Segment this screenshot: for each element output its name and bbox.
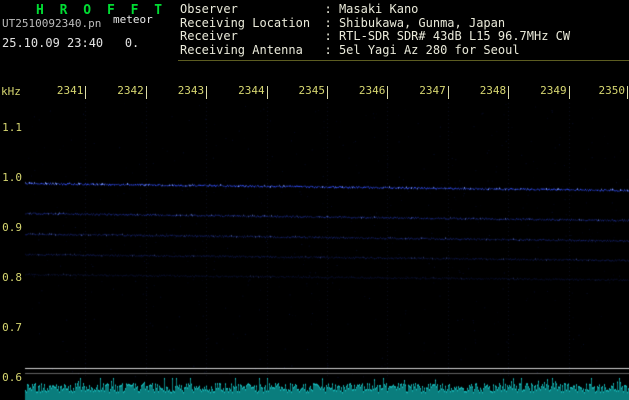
- freq-tick-label: 0.7: [2, 321, 22, 334]
- info-label: Observer: [180, 2, 238, 16]
- hrofft-screen: H R O F F T UT2510092340.pn meteor 25.10…: [0, 0, 629, 400]
- time-tick-mark: [627, 86, 628, 99]
- info-colon: :: [324, 42, 339, 57]
- header-info-row: Receiver: RTL-SDR SDR# 43dB L15 96.7MHz …: [180, 29, 571, 44]
- time-tick-label: 2343: [177, 84, 205, 97]
- filename-label: UT2510092340.pn: [2, 17, 102, 30]
- info-value: 5el Yagi Az 280 for Seoul: [338, 42, 520, 57]
- info-label: Receiver: [180, 29, 238, 43]
- info-value: Shibukawa, Gunma, Japan: [338, 15, 506, 30]
- header-info-row: Receiving Antenna: 5el Yagi Az 280 for S…: [180, 42, 570, 58]
- time-tick-label: 2341: [56, 84, 84, 97]
- header-info-block: Observer: Masaki Kano Receiving Location:…: [180, 2, 571, 58]
- time-tick-label: 2345: [298, 84, 326, 97]
- info-label: Receiving Antenna: [180, 42, 303, 57]
- time-tick-label: 2344: [238, 84, 265, 97]
- time-tick-label: 2347: [419, 84, 446, 97]
- info-colon: :: [324, 29, 339, 43]
- time-tick-mark: [508, 86, 510, 99]
- time-tick-mark: [266, 86, 268, 99]
- info-label: Receiving Location: [180, 15, 311, 30]
- freq-tick-label: 0.6: [2, 371, 22, 384]
- time-tick-label: 2350: [598, 84, 626, 97]
- header-info-row: Observer: Masaki Kano: [180, 2, 570, 17]
- time-tick-mark: [327, 86, 328, 99]
- freq-tick-label: 1.1: [2, 121, 22, 134]
- mode-label: meteor: [113, 13, 153, 26]
- time-tick-mark: [145, 86, 147, 99]
- freq-tick-label: 1.0: [2, 171, 22, 184]
- info-value: RTL-SDR SDR# 43dB L15 96.7MHz CW: [338, 29, 571, 43]
- time-tick-mark: [206, 86, 208, 99]
- time-tick-mark: [387, 86, 389, 99]
- time-tick-label: 2346: [358, 84, 386, 97]
- khz-unit-label: kHz: [1, 85, 21, 98]
- freq-tick-label: 0.9: [2, 221, 22, 234]
- header-info-row: Receiving Location: Shibukawa, Gunma, Ja…: [180, 15, 570, 31]
- info-value: Masaki Kano: [338, 2, 419, 16]
- freq-tick-label: 0.8: [2, 271, 22, 284]
- info-colon: :: [324, 2, 339, 16]
- time-tick-mark: [85, 86, 87, 99]
- info-colon: :: [324, 15, 339, 30]
- time-tick-label: 2349: [540, 84, 567, 97]
- time-tick-label: 2342: [117, 84, 144, 97]
- time-tick-label: 2348: [479, 84, 507, 97]
- time-tick-mark: [447, 86, 449, 99]
- header-underline: [178, 60, 629, 61]
- time-tick-mark: [568, 86, 570, 99]
- datetime-label: 25.10.09 23:40 0.: [2, 36, 140, 50]
